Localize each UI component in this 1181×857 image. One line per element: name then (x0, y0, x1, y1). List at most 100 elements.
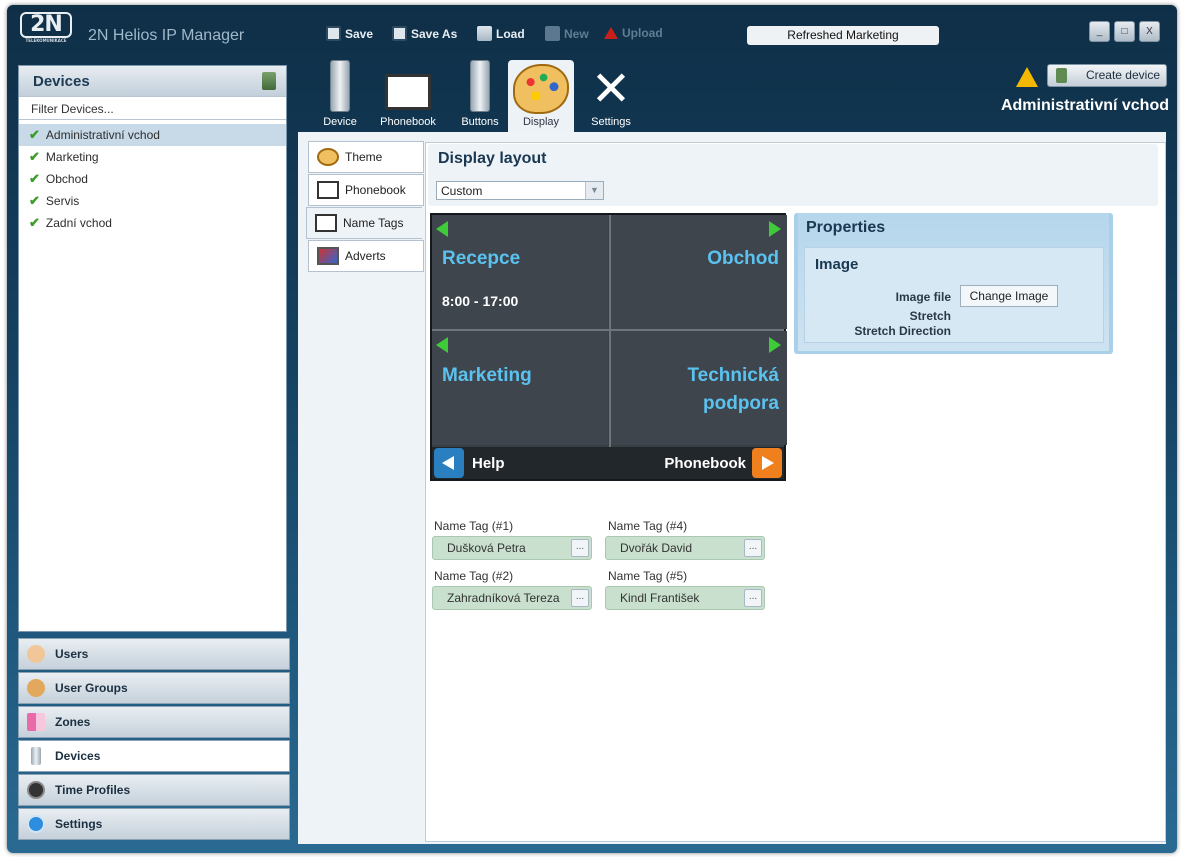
subtab-phonebook-label: Phonebook (345, 183, 406, 197)
device-item-zadni-vchod[interactable]: ✔ Zadní vchod (19, 212, 286, 234)
ok-check-icon: ✔ (29, 193, 40, 208)
name-tag-1-field[interactable]: Dušková Petra ... (432, 536, 592, 560)
create-device-icon (1056, 68, 1067, 83)
tab-settings-label: Settings (591, 116, 631, 128)
cell-name: Recepce (442, 248, 521, 269)
tab-buttons[interactable]: Buttons (452, 60, 508, 132)
chevron-down-icon: ▼ (585, 182, 603, 199)
name-tag-5-field[interactable]: Kindl František ... (605, 586, 765, 610)
nav-devices-label: Devices (55, 749, 101, 763)
adverts-icon (317, 247, 339, 265)
close-button[interactable]: X (1139, 21, 1160, 42)
tab-phonebook-label: Phonebook (380, 116, 436, 128)
add-device-icon[interactable] (262, 72, 276, 90)
help-arrow-icon[interactable] (434, 448, 464, 478)
buttons-icon (470, 60, 490, 112)
preview-cell-recepce[interactable]: Recepce 8:00 - 17:00 (432, 215, 608, 329)
user-icon (27, 645, 45, 663)
phonebook-icon (317, 181, 339, 199)
image-file-label: Image file (895, 290, 951, 304)
phonebook-icon (385, 74, 431, 110)
name-tag-2-field[interactable]: Zahradníková Tereza ... (432, 586, 592, 610)
name-tag-1-value: Dušková Petra (447, 541, 526, 555)
ok-check-icon: ✔ (29, 171, 40, 186)
nav-devices[interactable]: Devices (18, 740, 290, 772)
device-item-administrativni-vchod[interactable]: ✔ Administrativní vchod (19, 124, 286, 146)
cell-name-line1: Technická (687, 365, 779, 386)
image-section-title: Image (815, 256, 859, 273)
grid-divider (432, 329, 784, 331)
devices-panel: Devices Filter Devices... ✔ Administrati… (18, 65, 287, 632)
nav-zones[interactable]: Zones (18, 706, 290, 738)
preview-cell-technicka-podpora[interactable]: Technická podpora (611, 331, 787, 445)
subtab-theme[interactable]: Theme (308, 141, 424, 173)
filter-devices-input[interactable]: Filter Devices... (19, 96, 286, 120)
device-item-obchod[interactable]: ✔ Obchod (19, 168, 286, 190)
subtab-phonebook[interactable]: Phonebook (308, 174, 424, 206)
name-tag-5-value: Kindl František (620, 591, 700, 605)
name-tag-4-browse-button[interactable]: ... (744, 539, 762, 557)
nav-user-groups-label: User Groups (55, 681, 128, 695)
upload-button[interactable]: Upload (604, 26, 663, 40)
tab-settings[interactable]: ✕ Settings (582, 60, 640, 132)
nav-time-profiles-label: Time Profiles (55, 783, 131, 797)
save-label: Save (345, 26, 374, 41)
display-layout-select[interactable]: Custom ▼ (436, 181, 604, 200)
minimize-button[interactable]: _ (1089, 21, 1110, 42)
name-tag-1-browse-button[interactable]: ... (571, 539, 589, 557)
user-group-icon (27, 679, 45, 697)
device-item-servis[interactable]: ✔ Servis (19, 190, 286, 212)
name-tag-4-label: Name Tag (#4) (608, 519, 688, 533)
app-root: 2N TELEKOMUNIKACE 2N Helios IP Manager S… (0, 0, 1181, 857)
save-as-label: Save As (411, 26, 458, 41)
device-item-marketing[interactable]: ✔ Marketing (19, 146, 286, 168)
intercom-icon (330, 60, 350, 112)
warning-icon (1016, 67, 1038, 87)
tab-phonebook[interactable]: Phonebook (374, 60, 442, 132)
theme-palette-icon (317, 148, 339, 166)
stretch-label: Stretch (909, 309, 951, 323)
change-image-button[interactable]: Change Image (960, 285, 1058, 307)
nav-user-groups[interactable]: User Groups (18, 672, 290, 704)
maximize-button[interactable]: □ (1114, 21, 1135, 42)
name-tag-5-label: Name Tag (#5) (608, 569, 688, 583)
tab-buttons-label: Buttons (461, 116, 499, 128)
nav-time-profiles[interactable]: Time Profiles (18, 774, 290, 806)
subtab-theme-label: Theme (345, 150, 383, 164)
name-tag-4-field[interactable]: Dvořák David ... (605, 536, 765, 560)
device-title: Administrativní vchod (1000, 97, 1169, 114)
logo-subtext: TELEKOMUNIKACE (25, 38, 67, 43)
tab-display-label: Display (522, 116, 560, 128)
device-icon (31, 747, 41, 765)
preview-cell-obchod[interactable]: Obchod (611, 215, 787, 329)
arrow-right-icon (769, 221, 781, 237)
properties-title: Properties (806, 219, 886, 236)
name-tag-2-browse-button[interactable]: ... (571, 589, 589, 607)
preview-cell-marketing[interactable]: Marketing (432, 331, 608, 445)
nav-settings[interactable]: Settings (18, 808, 290, 840)
phonebook-arrow-icon[interactable] (752, 448, 782, 478)
save-as-icon (392, 26, 407, 41)
ok-check-icon: ✔ (29, 149, 40, 164)
new-button[interactable]: New (545, 26, 589, 41)
create-device-button[interactable]: Create device (1047, 64, 1167, 87)
nav-users[interactable]: Users (18, 638, 290, 670)
device-list: ✔ Administrativní vchod ✔ Marketing ✔ Ob… (19, 124, 286, 234)
device-item-label: Servis (45, 194, 80, 208)
name-tag-5-browse-button[interactable]: ... (744, 589, 762, 607)
name-tag-1-label: Name Tag (#1) (434, 519, 514, 533)
subtab-name-tags[interactable]: Name Tags (306, 207, 422, 239)
nav-settings-label: Settings (55, 817, 103, 831)
tab-display[interactable]: Display (508, 60, 574, 132)
save-button[interactable]: Save (326, 26, 373, 41)
help-label: Help (472, 455, 505, 472)
load-button[interactable]: Load (477, 26, 525, 41)
name-tag-2-value: Zahradníková Tereza (447, 591, 560, 605)
create-device-label: Create device (1085, 68, 1160, 82)
device-item-label: Administrativní vchod (45, 128, 160, 142)
subtab-adverts[interactable]: Adverts (308, 240, 424, 272)
save-as-button[interactable]: Save As (392, 26, 457, 41)
load-label: Load (496, 26, 525, 41)
tab-device[interactable]: Device (312, 60, 368, 132)
stretch-direction-label: Stretch Direction (854, 324, 951, 338)
